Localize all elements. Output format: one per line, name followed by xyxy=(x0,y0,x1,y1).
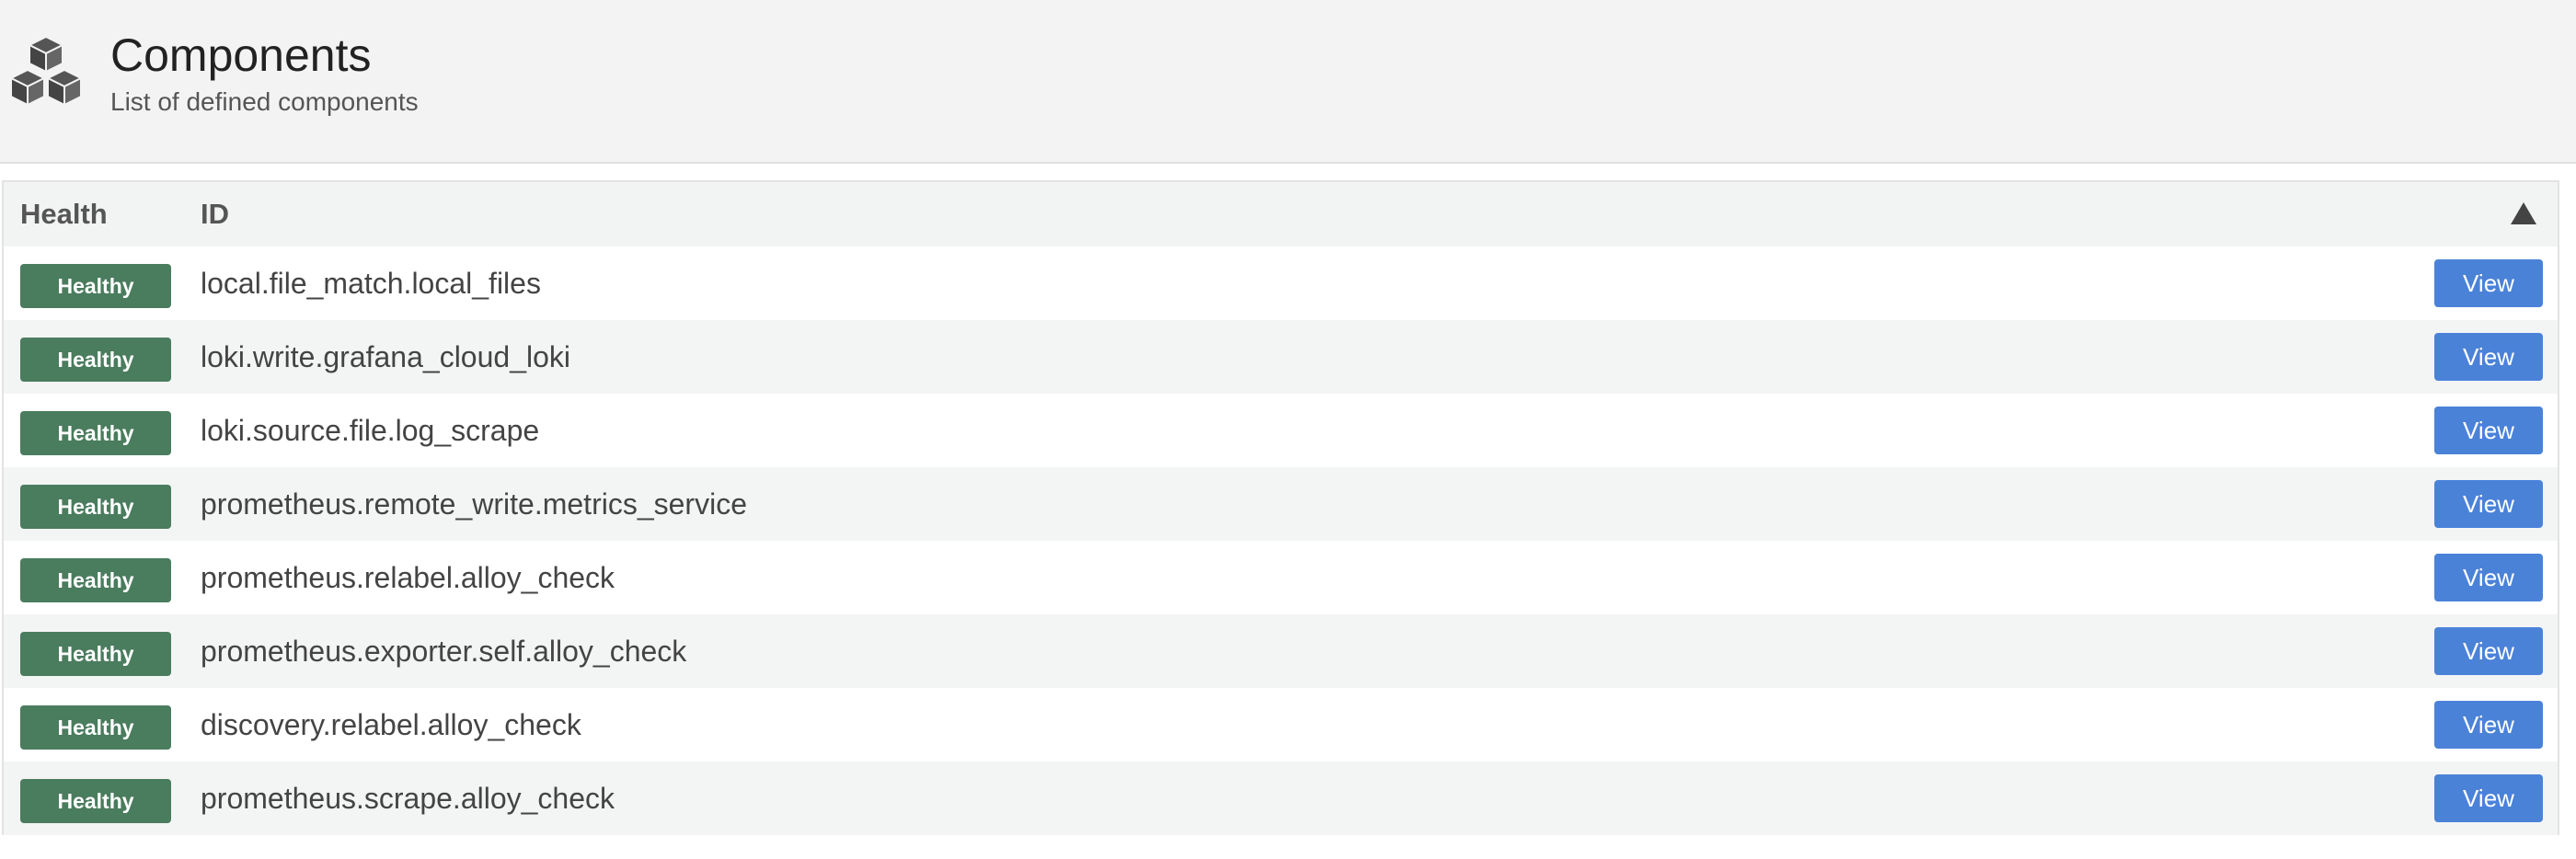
component-id: prometheus.exporter.self.alloy_check xyxy=(201,635,687,668)
health-badge: Healthy xyxy=(20,338,171,382)
table-row: Healthy prometheus.remote_write.metrics_… xyxy=(4,467,2558,541)
view-button[interactable]: View xyxy=(2434,701,2543,749)
sort-ascending-triangle-icon[interactable] xyxy=(2510,200,2537,226)
page-subtitle: List of defined components xyxy=(110,87,419,116)
table-row: Healthy prometheus.exporter.self.alloy_c… xyxy=(4,614,2558,688)
health-badge: Healthy xyxy=(20,558,171,602)
view-button[interactable]: View xyxy=(2434,774,2543,822)
component-id: loki.source.file.log_scrape xyxy=(201,414,540,447)
view-button[interactable]: View xyxy=(2434,333,2543,381)
table-row: Healthy prometheus.scrape.alloy_check Vi… xyxy=(4,762,2558,835)
component-id: prometheus.remote_write.metrics_service xyxy=(201,487,747,521)
view-button[interactable]: View xyxy=(2434,407,2543,454)
component-id: discovery.relabel.alloy_check xyxy=(201,708,581,741)
component-id: prometheus.scrape.alloy_check xyxy=(201,782,615,815)
table-header: Health ID xyxy=(4,182,2558,246)
table-body: Healthy local.file_match.local_files Vie… xyxy=(4,246,2558,835)
view-button[interactable]: View xyxy=(2434,627,2543,675)
component-id: loki.write.grafana_cloud_loki xyxy=(201,340,570,373)
table-row: Healthy discovery.relabel.alloy_check Vi… xyxy=(4,688,2558,762)
health-badge: Healthy xyxy=(20,485,171,529)
health-badge: Healthy xyxy=(20,264,171,308)
table-row: Healthy loki.write.grafana_cloud_loki Vi… xyxy=(4,320,2558,394)
cubes-icon xyxy=(10,36,82,106)
health-badge: Healthy xyxy=(20,779,171,823)
table-row: Healthy loki.source.file.log_scrape View xyxy=(4,394,2558,467)
component-id: prometheus.relabel.alloy_check xyxy=(201,561,615,594)
health-badge: Healthy xyxy=(20,411,171,455)
column-header-health[interactable]: Health xyxy=(20,182,108,246)
health-badge: Healthy xyxy=(20,705,171,750)
view-button[interactable]: View xyxy=(2434,259,2543,307)
component-id: local.file_match.local_files xyxy=(201,267,541,300)
table-row: Healthy local.file_match.local_files Vie… xyxy=(4,246,2558,320)
view-button[interactable]: View xyxy=(2434,480,2543,528)
page-header: Components List of defined components xyxy=(0,0,2576,164)
column-header-id[interactable]: ID xyxy=(201,182,229,246)
components-table: Health ID Healthy local.file_match.local… xyxy=(2,180,2559,835)
health-badge: Healthy xyxy=(20,632,171,676)
view-button[interactable]: View xyxy=(2434,554,2543,601)
page-title: Components xyxy=(110,29,372,81)
table-row: Healthy prometheus.relabel.alloy_check V… xyxy=(4,541,2558,614)
